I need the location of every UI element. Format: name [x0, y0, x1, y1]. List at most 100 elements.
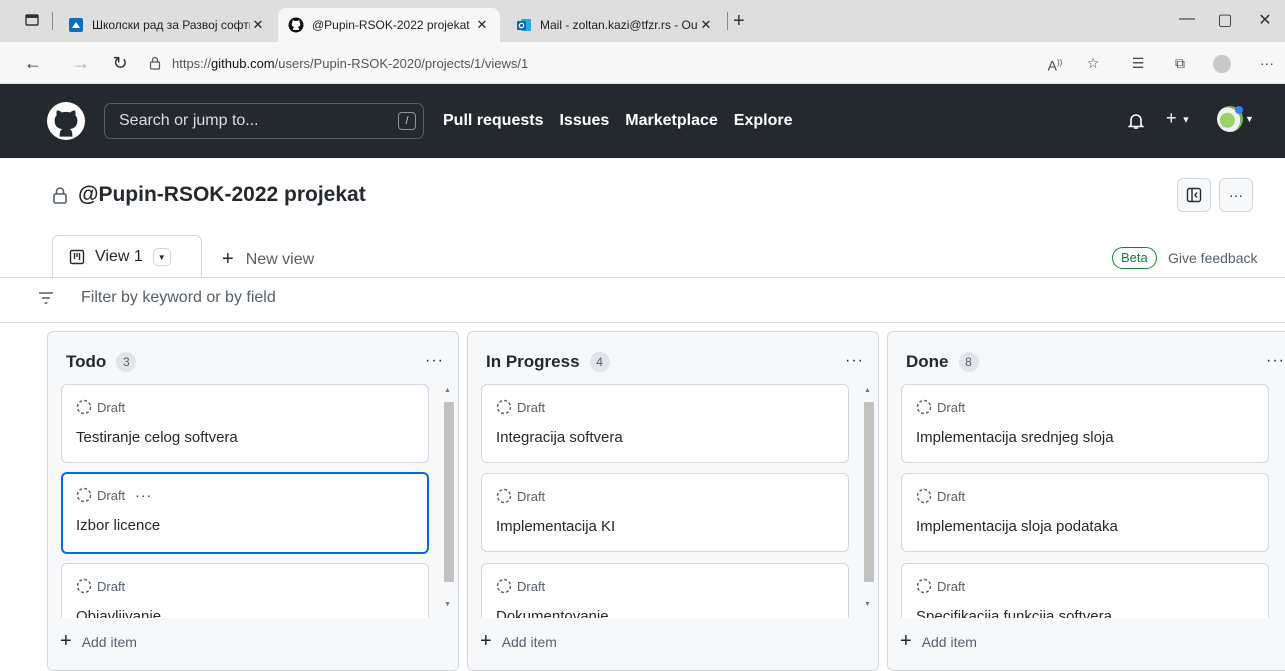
url-host: github.com — [211, 55, 275, 71]
favorites-icon[interactable]: ☰ — [1128, 53, 1148, 73]
lock-icon — [53, 187, 67, 204]
draft-status: Draft ··· — [76, 487, 152, 503]
forward-arrow-icon[interactable]: → — [70, 52, 92, 74]
beta-badge: Beta — [1112, 247, 1157, 269]
scroll-up-arrow-icon[interactable]: ▲ — [444, 387, 451, 394]
draft-status: Draft — [76, 578, 125, 594]
browser-tab-outlook[interactable]: Mail - zoltan.kazi@tfzr.rs - Outlo ✕ — [506, 8, 724, 42]
card-title: Integracija softvera — [496, 429, 623, 446]
board-column-done: Done 8 ··· Draft Implementacija srednjeg… — [887, 331, 1285, 671]
scrollbar-thumb[interactable] — [444, 402, 454, 582]
draft-status: Draft — [496, 488, 545, 504]
filter-input[interactable]: Filter by keyword or by field — [81, 289, 276, 307]
reload-icon[interactable]: ↻ — [109, 52, 131, 74]
nav-explore[interactable]: Explore — [734, 112, 793, 130]
close-tab-icon[interactable]: ✕ — [250, 17, 266, 33]
tab-title: @Pupin-RSOK-2022 projekat — [312, 18, 470, 32]
project-more-button[interactable]: ··· — [1219, 178, 1253, 212]
github-main-nav: Pull requests Issues Marketplace Explore — [443, 112, 792, 130]
add-item-label: Add item — [921, 633, 977, 650]
tab-actions-icon[interactable] — [24, 12, 40, 28]
add-item-button[interactable]: + Add item — [480, 630, 557, 653]
draft-label: Draft — [937, 578, 966, 594]
maximize-icon[interactable]: ▢ — [1213, 10, 1237, 30]
close-tab-icon[interactable]: ✕ — [698, 17, 714, 33]
scrollbar-thumb[interactable] — [864, 402, 874, 582]
github-logo-icon[interactable] — [47, 102, 85, 140]
board-card-selected[interactable]: Draft ··· Izbor licence — [61, 472, 429, 554]
read-aloud-icon[interactable]: A)) — [1045, 53, 1065, 74]
collections-icon[interactable]: ⧉ — [1170, 53, 1190, 73]
new-tab-plus-icon[interactable]: + — [733, 10, 745, 32]
browser-tab-school[interactable]: Школски рад за Развој софтвер ✕ — [58, 8, 276, 42]
plus-icon: + — [60, 630, 72, 652]
plus-icon: + — [900, 630, 912, 652]
browser-menu-icon[interactable]: ··· — [1257, 53, 1277, 73]
draft-label: Draft — [937, 399, 966, 415]
column-menu-button[interactable]: ··· — [845, 352, 864, 370]
draft-circle-icon — [496, 488, 512, 504]
user-avatar[interactable]: ▼ — [1217, 106, 1254, 132]
board-card[interactable]: Draft Implementacija srednjeg sloja — [901, 384, 1269, 463]
tab-separator — [52, 12, 53, 30]
padlock-icon — [149, 56, 161, 70]
board-column-todo: Todo 3 ··· Draft Testiranje celog softve… — [47, 331, 459, 671]
board-card[interactable]: Draft Integracija softvera — [481, 384, 849, 463]
card-title: Implementacija sloja podataka — [916, 518, 1118, 535]
card-menu-button[interactable]: ··· — [135, 487, 152, 503]
board-card[interactable]: Draft Testiranje celog softvera — [61, 384, 429, 463]
search-input[interactable]: Search or jump to... / — [104, 103, 424, 139]
filter-bar[interactable]: Filter by keyword or by field — [38, 289, 276, 307]
column-menu-button[interactable]: ··· — [1266, 352, 1285, 370]
draft-circle-icon — [916, 399, 932, 415]
column-header: Todo 3 — [66, 352, 137, 372]
draft-label: Draft — [517, 578, 546, 594]
github-icon — [288, 17, 304, 33]
column-scrollbar[interactable]: ▲ ▼ — [861, 387, 876, 617]
add-item-button[interactable]: + Add item — [60, 630, 137, 653]
bell-icon[interactable] — [1128, 112, 1144, 130]
column-count-badge: 3 — [116, 352, 137, 372]
side-panel-toggle-button[interactable] — [1177, 178, 1211, 212]
scroll-up-arrow-icon[interactable]: ▲ — [864, 387, 871, 394]
scroll-down-arrow-icon[interactable]: ▼ — [864, 601, 871, 608]
nav-pull-requests[interactable]: Pull requests — [443, 112, 543, 130]
add-favorite-icon[interactable]: ☆ — [1083, 53, 1103, 73]
add-item-label: Add item — [81, 633, 137, 650]
scroll-down-arrow-icon[interactable]: ▼ — [444, 601, 451, 608]
url-field[interactable]: https://github.com/users/Pupin-RSOK-2020… — [148, 49, 1038, 77]
minimize-icon[interactable]: — — [1175, 10, 1199, 28]
give-feedback-link[interactable]: Give feedback — [1168, 250, 1258, 266]
new-view-button[interactable]: + New view — [222, 248, 314, 271]
column-name: In Progress — [486, 352, 580, 371]
caret-down-icon: ▼ — [157, 252, 166, 262]
close-window-icon[interactable]: ✕ — [1253, 10, 1277, 30]
tab-view-1[interactable]: View 1 ▼ — [52, 235, 202, 278]
board-card[interactable]: Draft Implementacija sloja podataka — [901, 473, 1269, 552]
column-menu-button[interactable]: ··· — [425, 352, 444, 370]
column-scrollbar[interactable]: ▲ ▼ — [441, 387, 456, 617]
card-title: Testiranje celog softvera — [76, 429, 238, 446]
view-options-dropdown[interactable]: ▼ — [152, 248, 171, 266]
create-new-plus-icon[interactable]: + ▼ — [1166, 108, 1190, 129]
browser-tab-github[interactable]: @Pupin-RSOK-2022 projekat ✕ — [278, 8, 500, 42]
close-tab-icon[interactable]: ✕ — [474, 17, 490, 33]
column-count-badge: 4 — [589, 352, 610, 372]
board-card[interactable]: Draft Implementacija KI — [481, 473, 849, 552]
add-item-button[interactable]: + Add item — [900, 630, 977, 653]
draft-status: Draft — [496, 399, 545, 415]
column-header: Done 8 — [906, 352, 979, 372]
filter-divider — [0, 322, 1285, 323]
draft-circle-icon — [496, 399, 512, 415]
nav-issues[interactable]: Issues — [559, 112, 609, 130]
card-title: Implementacija srednjeg sloja — [916, 429, 1114, 446]
plus-icon: + — [222, 248, 234, 270]
draft-status: Draft — [916, 488, 965, 504]
back-arrow-icon[interactable]: ← — [22, 52, 44, 74]
card-title: Implementacija KI — [496, 518, 616, 535]
draft-label: Draft — [517, 488, 546, 504]
nav-marketplace[interactable]: Marketplace — [625, 112, 718, 130]
profile-icon[interactable] — [1212, 53, 1232, 74]
column-name: Todo — [66, 352, 107, 371]
draft-circle-icon — [76, 487, 92, 503]
